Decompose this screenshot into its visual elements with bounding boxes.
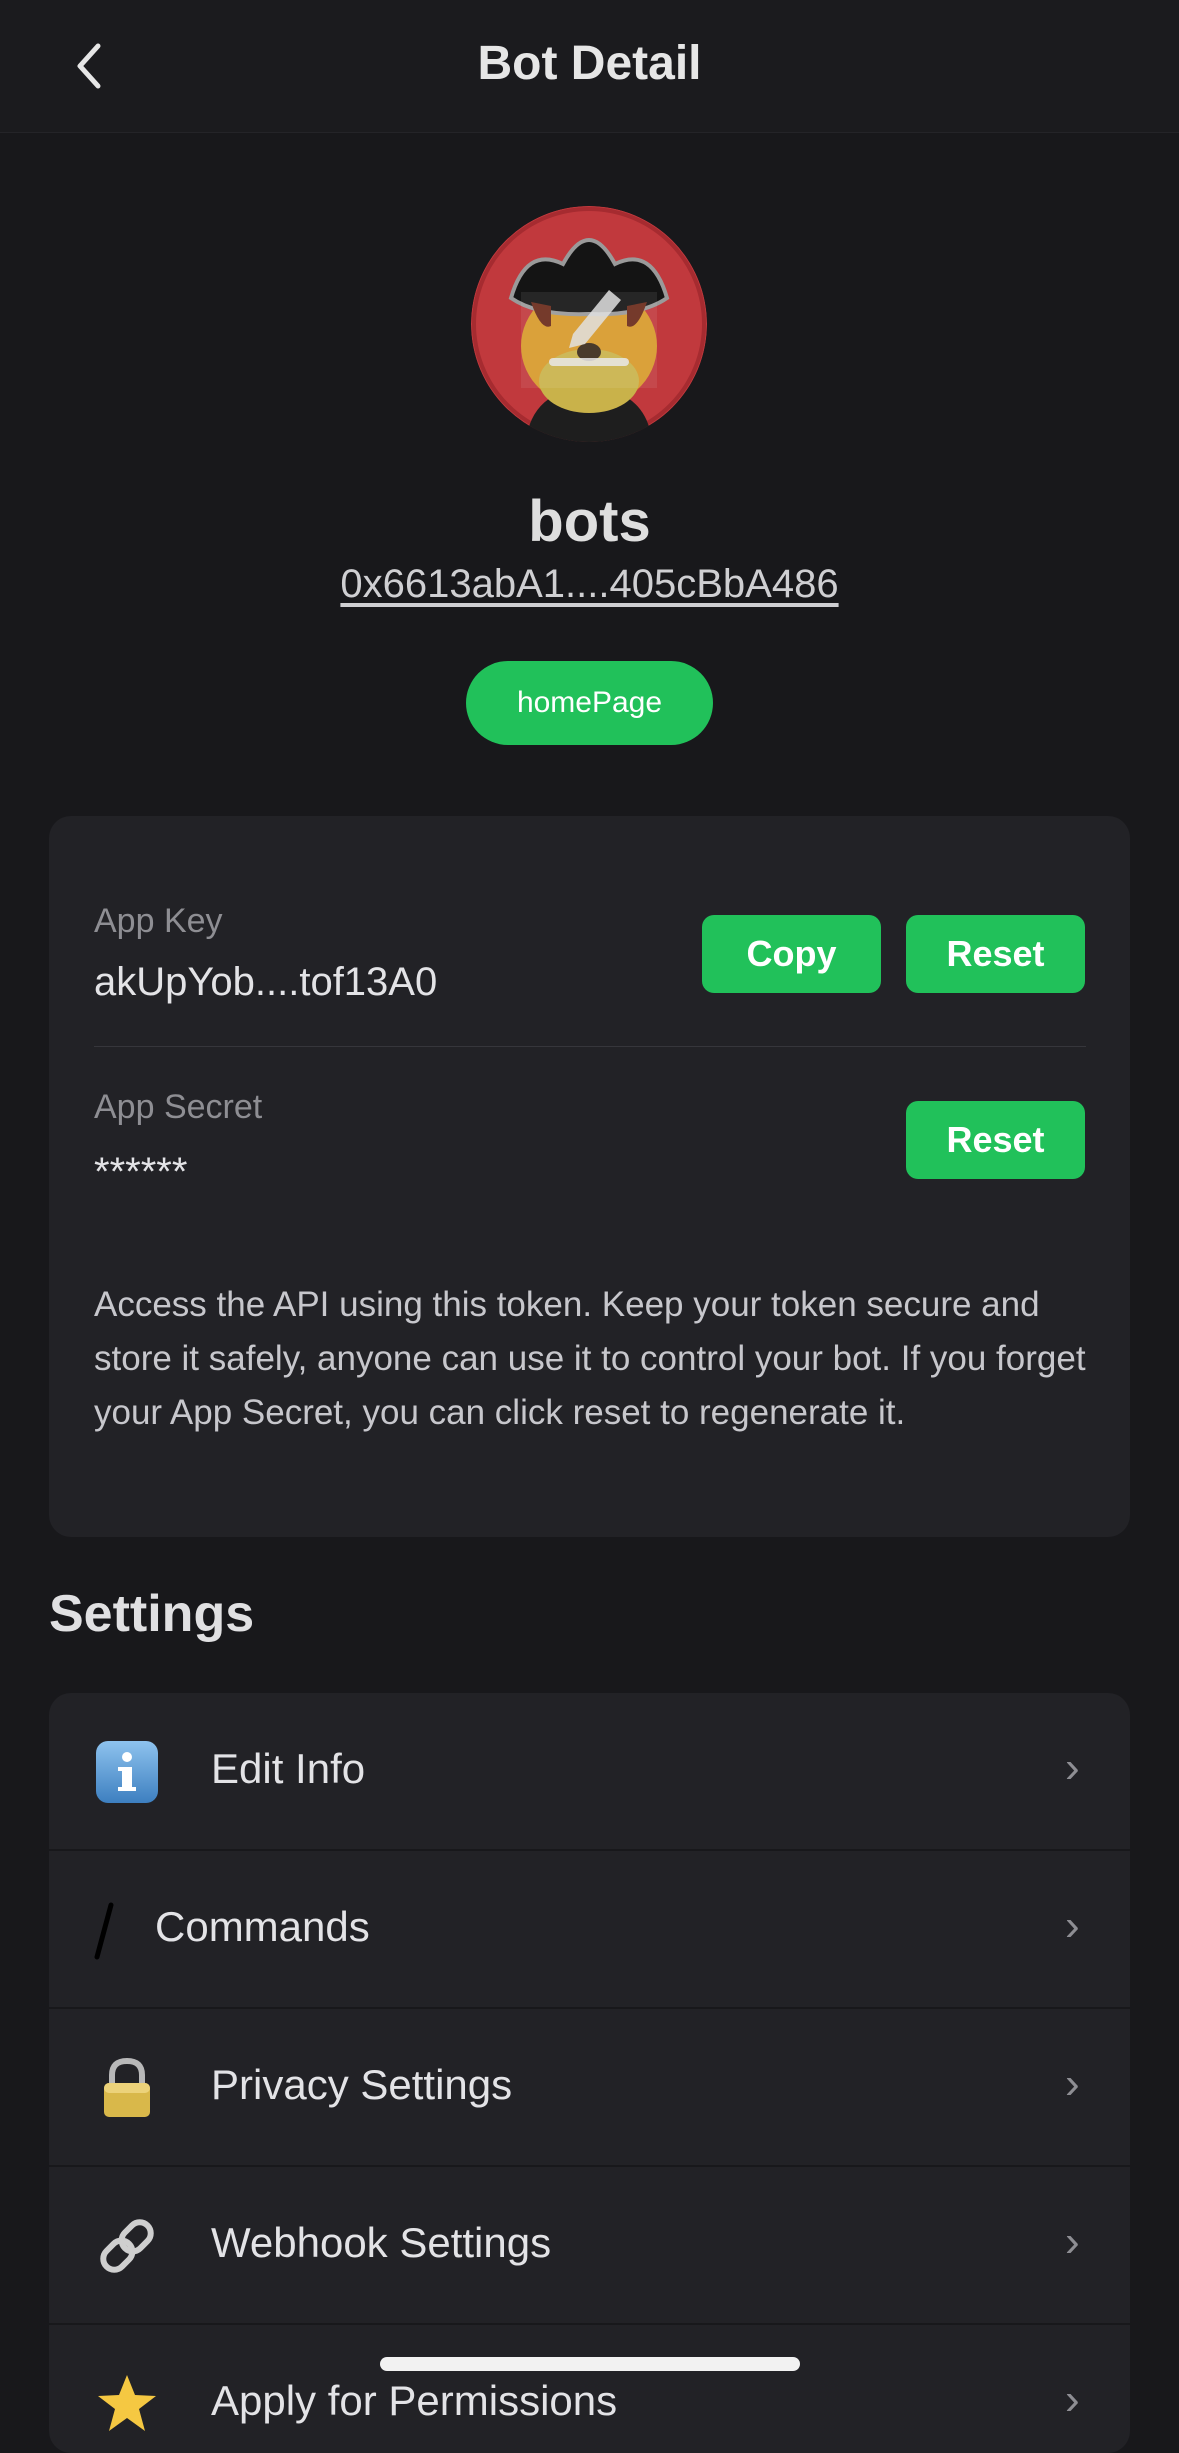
settings-item-label: Apply for Permissions xyxy=(211,2377,618,2424)
app-secret-value: ****** xyxy=(94,1150,188,1194)
settings-list: Edit Info › Commands › Privacy Settings … xyxy=(49,1693,1130,2453)
homepage-button[interactable]: homePage xyxy=(466,661,713,745)
settings-item-label: Privacy Settings xyxy=(211,2061,513,2108)
settings-item-commands[interactable]: Commands › xyxy=(49,1851,1130,2009)
chevron-right-icon: › xyxy=(1065,2059,1080,2108)
settings-item-label: Webhook Settings xyxy=(211,2219,552,2266)
page-title: Bot Detail xyxy=(477,37,702,90)
settings-item-permissions[interactable]: Apply for Permissions › xyxy=(49,2325,1130,2453)
chevron-right-icon: › xyxy=(1065,1901,1080,1950)
app-secret-label: App Secret xyxy=(94,1088,263,1126)
settings-item-label: Edit Info xyxy=(211,1745,366,1792)
header-bar: Bot Detail xyxy=(0,0,1179,133)
chevron-right-icon: › xyxy=(1065,2217,1080,2266)
link-icon xyxy=(94,2213,160,2279)
bot-avatar[interactable] xyxy=(471,206,707,442)
settings-heading: Settings xyxy=(49,1585,255,1643)
bot-name: bots xyxy=(528,489,651,554)
copy-app-key-button[interactable]: Copy xyxy=(702,915,881,993)
star-icon xyxy=(94,2371,160,2437)
home-indicator[interactable] xyxy=(380,2357,800,2371)
settings-item-edit-info[interactable]: Edit Info › xyxy=(49,1693,1130,1851)
reset-app-key-button[interactable]: Reset xyxy=(906,915,1085,993)
credentials-card: App Key akUpYob....tof13A0 Copy Reset Ap… xyxy=(49,816,1130,1537)
settings-item-privacy[interactable]: Privacy Settings › xyxy=(49,2009,1130,2167)
bot-address-link[interactable]: 0x6613abA1....405cBbA486 xyxy=(0,562,1179,607)
settings-item-webhook[interactable]: Webhook Settings › xyxy=(49,2167,1130,2325)
pirate-bear-avatar-image xyxy=(471,206,707,442)
chevron-right-icon: › xyxy=(1065,1743,1080,1792)
slash-icon xyxy=(89,1897,155,1963)
reset-app-secret-button[interactable]: Reset xyxy=(906,1101,1085,1179)
lock-icon xyxy=(94,2055,160,2121)
app-key-label: App Key xyxy=(94,902,223,940)
app-key-value: akUpYob....tof13A0 xyxy=(94,960,438,1004)
divider xyxy=(94,1046,1086,1047)
token-description: Access the API using this token. Keep yo… xyxy=(94,1285,1086,1432)
info-icon xyxy=(94,1739,160,1805)
chevron-right-icon: › xyxy=(1065,2375,1080,2424)
settings-item-label: Commands xyxy=(155,1903,370,1950)
